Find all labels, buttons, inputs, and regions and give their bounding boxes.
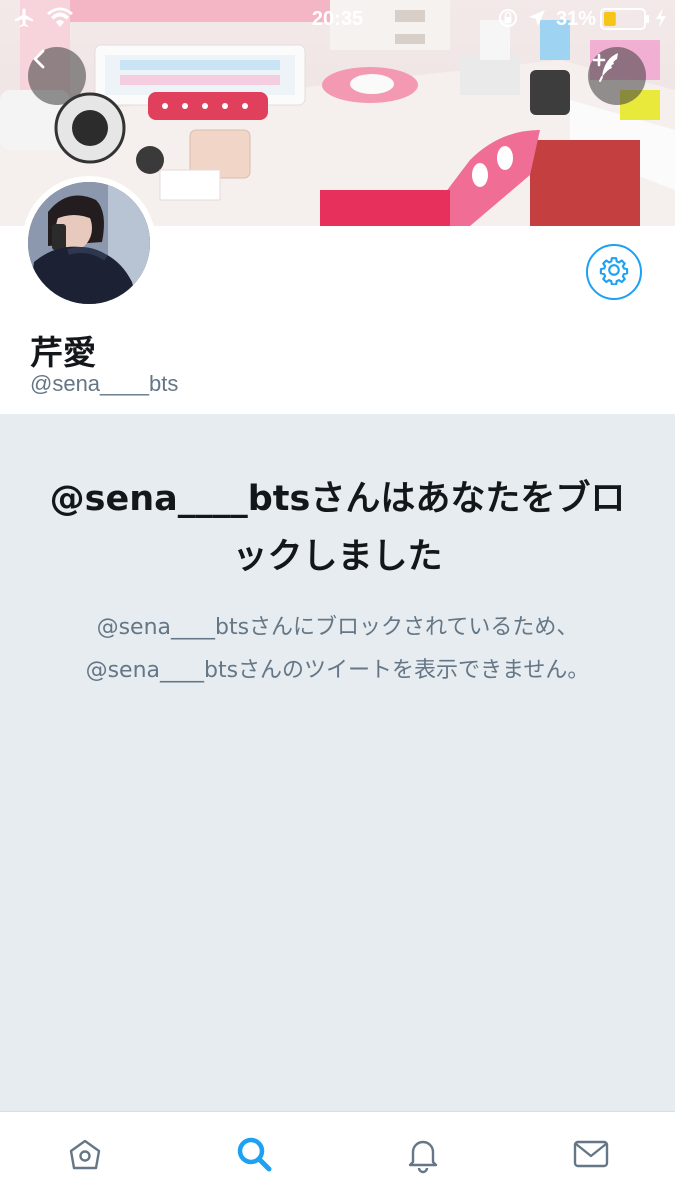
mail-icon bbox=[571, 1134, 611, 1179]
tab-search[interactable] bbox=[232, 1134, 276, 1178]
blocked-message: @sena____btsさんにブロックされているため、@sena____btsさ… bbox=[85, 615, 590, 683]
tab-bar bbox=[0, 1111, 675, 1201]
profile-handle: @sena____bts bbox=[30, 371, 179, 396]
back-button[interactable] bbox=[28, 47, 86, 105]
tab-messages[interactable] bbox=[569, 1134, 613, 1178]
home-icon bbox=[65, 1134, 105, 1179]
display-name: 芹愛 bbox=[30, 333, 96, 372]
settings-button[interactable] bbox=[586, 244, 642, 300]
blocked-title: @sena____btsさんはあなたをブロックしました bbox=[49, 479, 626, 577]
tab-notifications[interactable] bbox=[401, 1134, 445, 1178]
gear-icon bbox=[599, 255, 629, 290]
compose-button[interactable] bbox=[588, 47, 646, 105]
avatar[interactable] bbox=[22, 176, 156, 310]
search-icon bbox=[234, 1134, 274, 1179]
blocked-notice: @sena____btsさんはあなたをブロックしました @sena____bts… bbox=[40, 470, 635, 692]
bell-icon bbox=[403, 1134, 443, 1179]
status-bar: 20:35 31% bbox=[0, 0, 675, 38]
battery-percent: 31% bbox=[556, 8, 597, 30]
tab-home[interactable] bbox=[63, 1134, 107, 1178]
